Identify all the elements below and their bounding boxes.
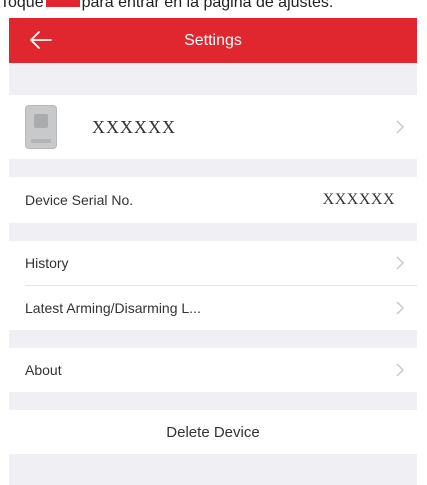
arrow-left-icon xyxy=(30,31,52,49)
delete-section: Delete Device xyxy=(9,410,417,454)
chevron-right-icon xyxy=(396,120,404,134)
latest-arming-label: Latest Arming/Disarming L... xyxy=(25,300,201,316)
device-name: XXXXXX xyxy=(92,116,176,137)
history-row[interactable]: History xyxy=(9,241,417,285)
about-section: About xyxy=(9,348,417,392)
latest-arming-row[interactable]: Latest Arming/Disarming L... xyxy=(9,286,417,330)
settings-screen: Settings XXXXXX Device Serial No. XXXXXX… xyxy=(9,18,417,485)
delete-device-label: Delete Device xyxy=(166,423,260,441)
serial-number-value: XXXXXX xyxy=(322,191,395,208)
chevron-right-icon xyxy=(396,301,404,315)
history-section: History Latest Arming/Disarming L... xyxy=(9,241,417,330)
serial-section: Device Serial No. XXXXXX xyxy=(9,177,417,223)
navigation-bar: Settings xyxy=(9,18,417,63)
device-info-row[interactable]: XXXXXX xyxy=(9,95,417,159)
instruction-caption: Toque para entrar en la página de ajustes… xyxy=(0,0,427,14)
device-section: XXXXXX xyxy=(9,95,417,159)
caption-text-after: para entrar en la página de ajustes. xyxy=(81,0,334,11)
device-thumbnail-screen xyxy=(34,114,48,128)
chevron-right-icon xyxy=(396,256,404,270)
about-row[interactable]: About xyxy=(9,348,417,392)
history-label: History xyxy=(25,255,69,271)
device-thumbnail-icon xyxy=(25,105,57,149)
serial-number-row: Device Serial No. XXXXXX xyxy=(9,177,417,223)
serial-number-label: Device Serial No. xyxy=(25,192,134,208)
delete-device-button[interactable]: Delete Device xyxy=(9,410,417,454)
page-title: Settings xyxy=(184,31,242,49)
device-thumbnail-strip xyxy=(31,139,51,143)
highlight-marker xyxy=(45,0,80,8)
chevron-right-icon xyxy=(396,363,404,377)
back-button[interactable] xyxy=(27,26,55,54)
caption-text-before: Toque xyxy=(0,0,44,11)
about-label: About xyxy=(25,362,62,378)
